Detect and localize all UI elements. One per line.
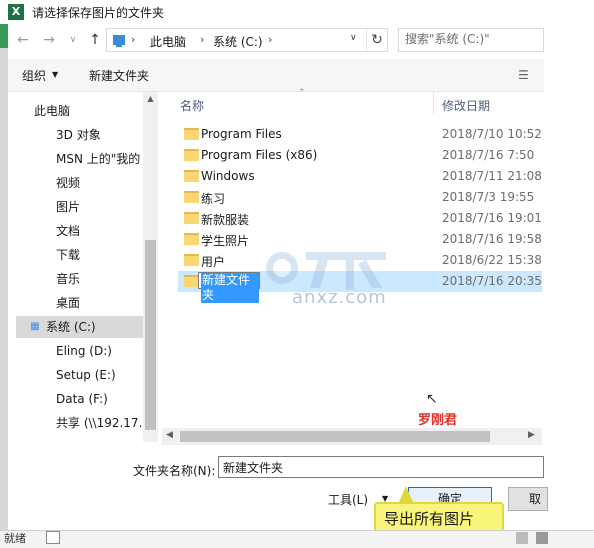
rename-textbox[interactable]: 新建文件夹 — [198, 272, 260, 303]
organize-button[interactable]: 组织 — [22, 67, 46, 84]
scroll-up-arrow-icon[interactable]: ▲ — [145, 94, 156, 104]
dialog-title: 请选择保存图片的文件夹 — [32, 6, 165, 20]
file-date: 2018/6/22 15:38 — [442, 253, 542, 267]
back-arrow-icon[interactable]: ← — [14, 31, 32, 49]
folder-icon — [184, 170, 199, 182]
cancel-button[interactable]: 取 — [508, 487, 548, 511]
file-date: 2018/7/3 19:55 — [442, 190, 535, 204]
scroll-right-arrow-icon[interactable]: ▶ — [528, 430, 535, 440]
up-arrow-icon[interactable]: ↑ — [86, 31, 104, 49]
folder-icon — [184, 128, 199, 140]
forward-arrow-icon[interactable]: → — [40, 31, 58, 49]
nav-item-label: 文档 — [56, 224, 81, 238]
file-row[interactable]: Windows 2018/7/11 21:08 — [178, 166, 542, 187]
folder-icon — [184, 254, 199, 266]
nav-item-this-pc[interactable]: 此电脑 — [34, 100, 152, 122]
nav-item-label: 系统 (C:) — [46, 320, 96, 334]
folder-icon — [184, 275, 199, 287]
folder-name-box[interactable] — [218, 456, 544, 478]
breadcrumb-this-pc[interactable]: 此电脑 — [150, 33, 186, 50]
computer-icon-stand — [116, 45, 122, 47]
file-date: 2018/7/16 20:35 — [442, 274, 542, 288]
callout-text: 导出所有图片 — [384, 510, 475, 528]
tools-button[interactable]: 工具(L) — [328, 491, 368, 508]
watermark-domain: anxz.com — [292, 287, 387, 308]
file-row[interactable]: 新款服装 2018/7/16 19:01 — [178, 208, 542, 229]
nav-item-label: 3D 对象 — [56, 128, 101, 142]
nav-item-label: 音乐 — [56, 272, 81, 286]
background-window-accent — [0, 24, 8, 48]
nav-item-label: 桌面 — [56, 296, 81, 310]
file-row[interactable]: Program Files 2018/7/10 10:52 — [178, 124, 542, 145]
status-bar — [0, 530, 594, 548]
file-date: 2018/7/16 7:50 — [442, 148, 535, 162]
drive-c-icon: ▦ — [30, 321, 40, 332]
nav-item-label: 下载 — [56, 248, 81, 262]
new-folder-button[interactable]: 新建文件夹 — [89, 67, 149, 84]
file-date: 2018/7/10 10:52 — [442, 127, 542, 141]
horizontal-scrollbar-thumb[interactable] — [180, 431, 490, 442]
folder-icon — [184, 149, 199, 161]
file-date: 2018/7/11 21:08 — [442, 169, 542, 183]
excel-app-icon: X — [8, 4, 24, 20]
file-date: 2018/7/16 19:01 — [442, 211, 542, 225]
nav-item-label: 图片 — [56, 200, 81, 214]
nav-item-label: Data (F:) — [56, 392, 108, 406]
mouse-cursor-icon: ↖ — [426, 391, 438, 407]
folder-icon — [184, 191, 199, 203]
address-dropdown-chevron-icon[interactable]: ∨ — [350, 33, 357, 43]
nav-item-label: MSN 上的"我的 — [56, 152, 141, 166]
search-input[interactable] — [399, 29, 539, 49]
author-annotation: 罗刚君 — [418, 413, 458, 428]
folder-name-input[interactable] — [219, 457, 539, 477]
status-text: 就绪 — [4, 532, 26, 545]
folder-icon — [184, 233, 199, 245]
breadcrumb-chevron-icon[interactable]: › — [268, 33, 272, 46]
view-options-icon[interactable]: ☰ — [518, 68, 534, 82]
breadcrumb-drive-c[interactable]: 系统 (C:) — [213, 33, 263, 50]
nav-item-label: Setup (E:) — [56, 368, 116, 382]
file-name: 学生照片 — [201, 234, 250, 248]
nav-item-network-share[interactable]: 共享 (\\192.17. — [56, 412, 152, 434]
nav-item-label: 此电脑 — [34, 104, 71, 118]
file-name: 新款服装 — [201, 213, 250, 227]
file-name: 练习 — [201, 192, 226, 206]
column-divider[interactable] — [433, 92, 434, 114]
sheet-status-icon[interactable] — [46, 531, 60, 544]
column-header-date[interactable]: 修改日期 — [442, 97, 490, 114]
view-layout-icon[interactable] — [536, 532, 548, 544]
scroll-left-arrow-icon[interactable]: ◀ — [166, 430, 173, 440]
breadcrumb-chevron-icon[interactable]: › — [131, 33, 135, 46]
file-name: Windows — [201, 169, 255, 183]
file-name: Program Files — [201, 127, 282, 141]
computer-icon — [113, 35, 125, 45]
rename-text: 新建文件夹 — [201, 273, 259, 303]
nav-scrollbar-thumb[interactable] — [145, 240, 156, 430]
nav-item-label: Eling (D:) — [56, 344, 112, 358]
view-normal-icon[interactable] — [516, 532, 528, 544]
file-row[interactable]: Program Files (x86) 2018/7/16 7:50 — [178, 145, 542, 166]
refresh-icon[interactable]: ↻ — [366, 29, 387, 51]
file-row[interactable]: 练习 2018/7/3 19:55 — [178, 187, 542, 208]
navigation-pane: 此电脑 ▲ 3D 对象 ✿ MSN 上的"我的 视频 图片 文档 ↓ 下载 ♪ … — [8, 92, 158, 442]
background-window-strip — [0, 24, 8, 547]
folder-name-label: 文件夹名称(N): — [133, 464, 216, 478]
folder-icon — [184, 212, 199, 224]
file-date: 2018/7/16 19:58 — [442, 232, 542, 246]
column-header-name[interactable]: 名称 — [180, 97, 204, 114]
sort-ascending-icon: ⌃ — [298, 88, 306, 98]
organize-caret-icon[interactable]: ▼ — [52, 70, 58, 79]
nav-item-label: 共享 (\\192.17. — [56, 416, 143, 430]
nav-item-label: 视频 — [56, 176, 81, 190]
nav-item-drive-c[interactable]: ▦ 系统 (C:) — [16, 316, 152, 338]
file-name: 用户 — [201, 255, 226, 269]
breadcrumb-chevron-icon[interactable]: › — [200, 33, 204, 46]
history-chevron-down-icon[interactable]: ∨ — [64, 31, 82, 49]
search-box[interactable] — [398, 28, 544, 52]
file-name: Program Files (x86) — [201, 148, 318, 162]
